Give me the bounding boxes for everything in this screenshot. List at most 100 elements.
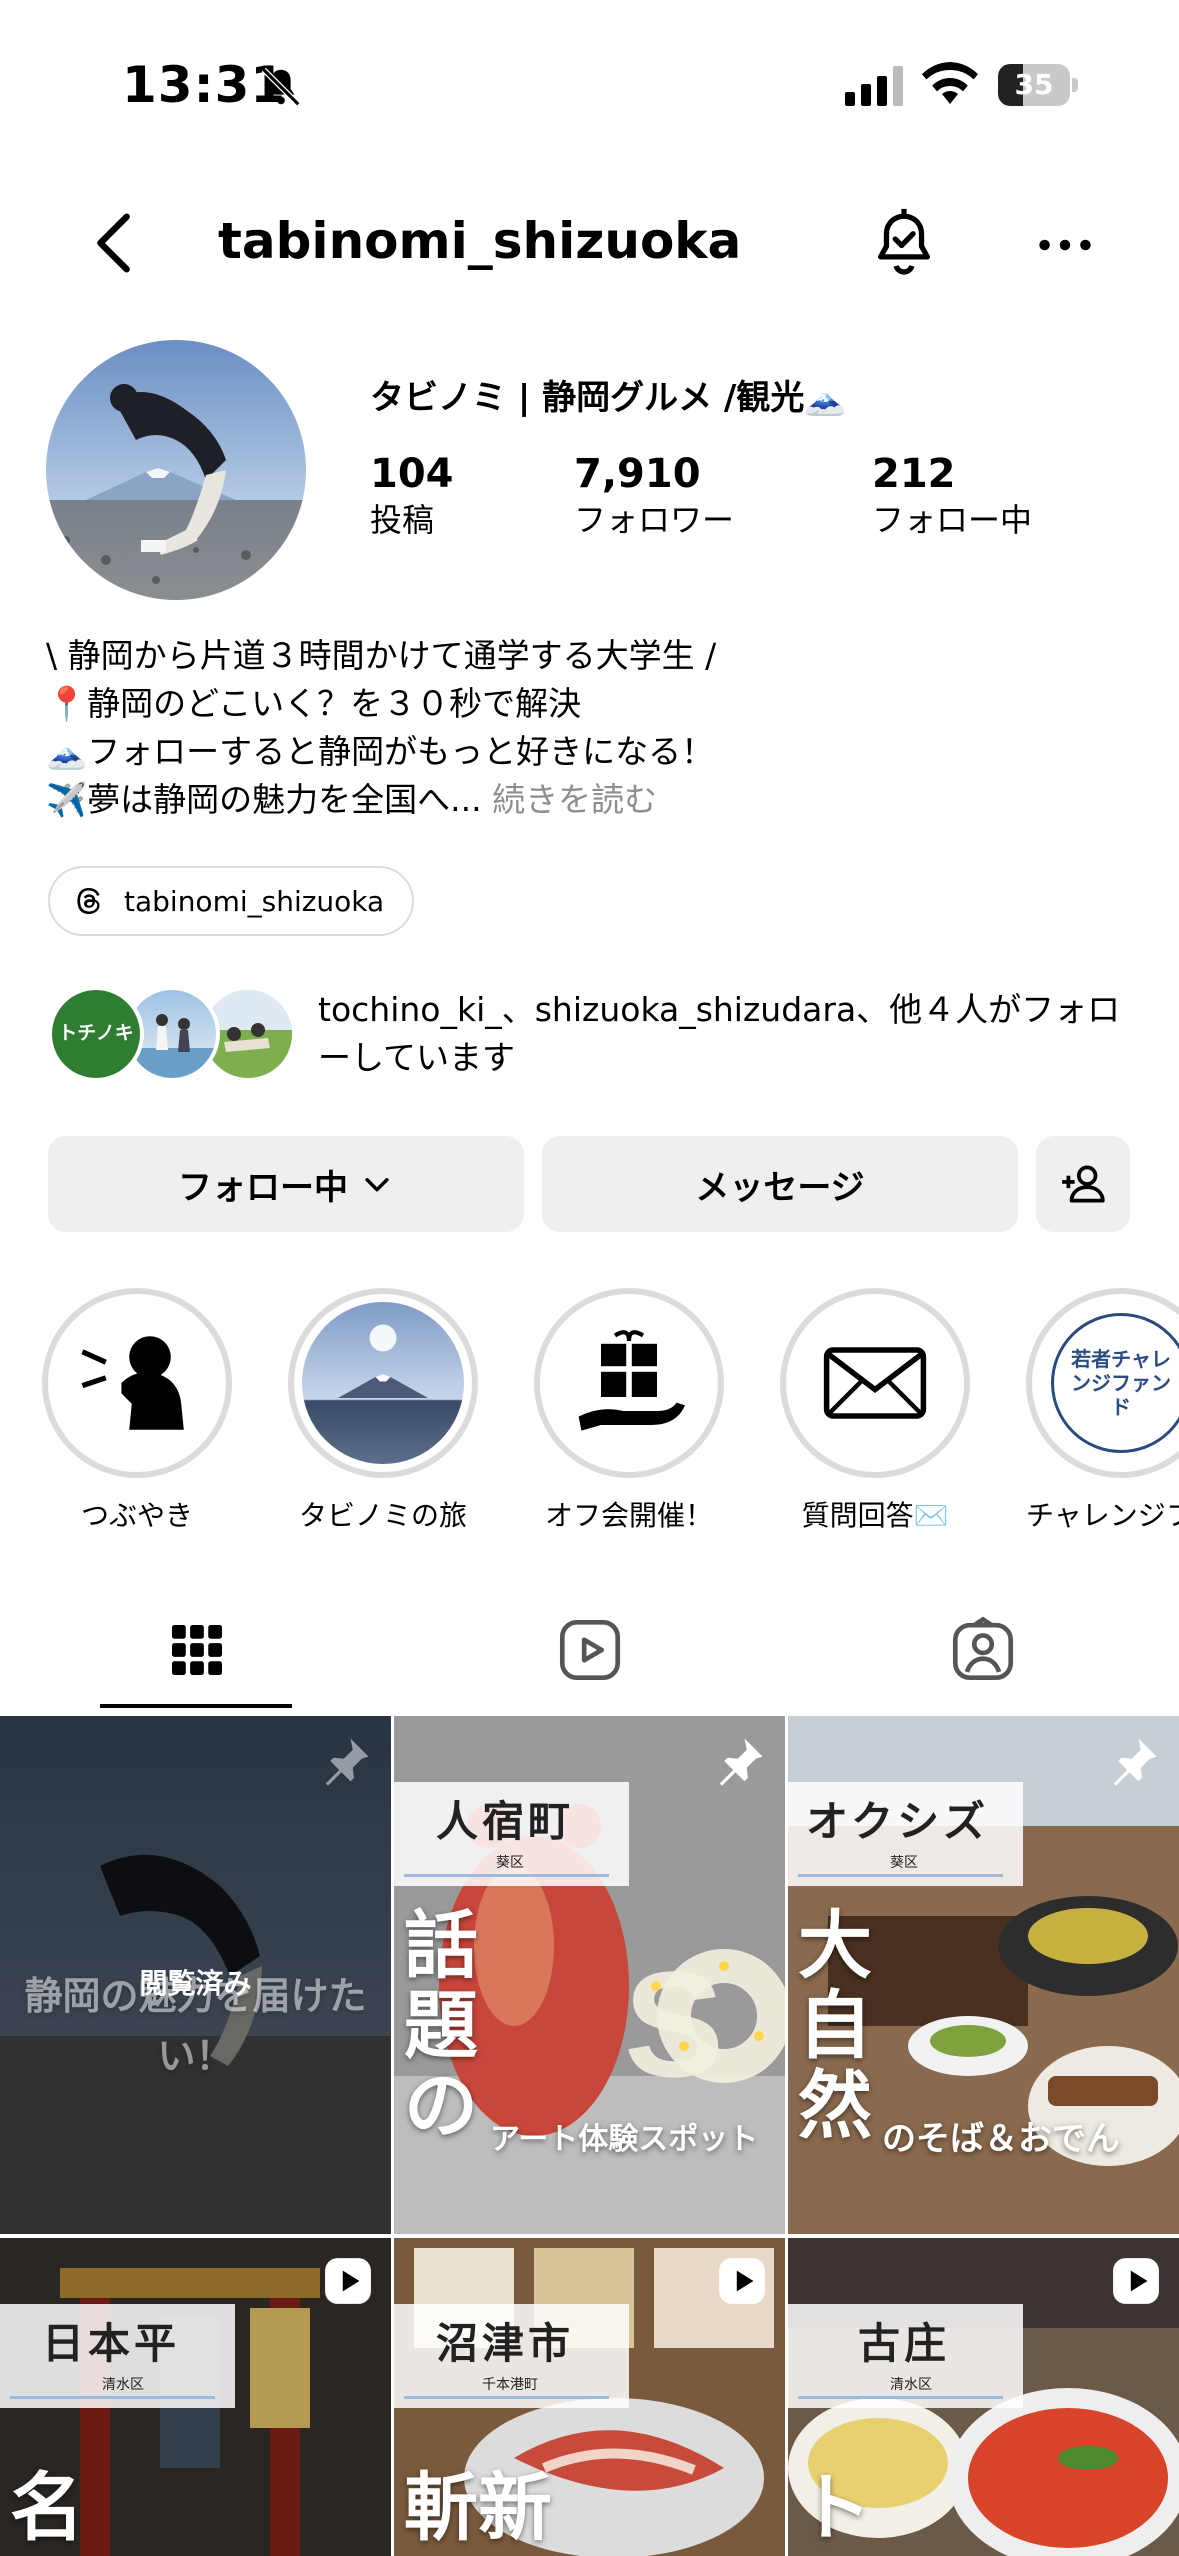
- place-district: 清水区: [890, 2377, 932, 2393]
- highlight-label: オフ会開催！: [544, 1499, 713, 1532]
- post-tile[interactable]: オクシズ 葵区 大自然 のそば＆おでん: [788, 1716, 1179, 2234]
- posts-stat[interactable]: 104 投稿: [370, 450, 454, 542]
- avatar: トチノキ: [48, 986, 144, 1082]
- bio-line: 📍静岡のどこいく？を３０秒で解決: [46, 684, 582, 723]
- highlight-label: タビノミの旅: [298, 1499, 467, 1532]
- add-user-icon: [1062, 1165, 1105, 1203]
- battery-level: 35: [1014, 68, 1054, 101]
- pin-icon: [325, 1738, 369, 1786]
- place-label-box: 沼津市 千本港町: [394, 2304, 629, 2408]
- post-subheadline: のそば＆おでん: [882, 2119, 1120, 2159]
- highlight-offkai[interactable]: オフ会開催！: [534, 1288, 724, 1534]
- profile-header: tabinomi_shizuoka: [0, 190, 1179, 300]
- tab-reels[interactable]: [393, 1590, 786, 1710]
- followers-stat[interactable]: 7,910 フォロワー: [574, 450, 734, 542]
- post-tile[interactable]: 沼津市 千本港町 斬新: [394, 2238, 785, 2556]
- read-more-link[interactable]: 続きを読む: [492, 780, 657, 819]
- following-button-label: フォロー中: [178, 1167, 348, 1208]
- post-headline: 大自然: [798, 1903, 872, 2149]
- battery-indicator: 35: [998, 64, 1078, 106]
- display-name: タビノミ | 静岡グルメ /観光🗻: [370, 378, 847, 418]
- post-subheadline: アート体験スポット: [490, 2122, 759, 2157]
- gift-hand-icon: [578, 1330, 685, 1431]
- chevron-down-icon: [365, 1178, 389, 1192]
- profile-bio: \ 静岡から片道３時間かけて通学する大学生 / 📍静岡のどこいく？を３０秒で解決…: [46, 632, 1146, 824]
- highlight-label: 質問回答✉️: [801, 1499, 949, 1532]
- reel-icon: [325, 2258, 371, 2304]
- highlight-qa[interactable]: 質問回答✉️: [780, 1288, 970, 1534]
- pin-icon: [1113, 1738, 1157, 1786]
- profile-avatar[interactable]: [46, 340, 306, 600]
- place-district: 清水区: [102, 2377, 144, 2393]
- place-district: 葵区: [496, 1855, 524, 1871]
- post-tile[interactable]: 静岡の魅力を届けたい！ 閲覧済み: [0, 1716, 391, 2234]
- place-name: 沼津市: [436, 2319, 575, 2368]
- status-bar: 13:31 35: [0, 0, 1179, 170]
- following-button[interactable]: フォロー中: [48, 1136, 524, 1232]
- post-headline: 名: [10, 2465, 84, 2551]
- bio-line-text: ✈️夢は静岡の魅力を全国へ...: [46, 780, 482, 819]
- place-label-box: 人宿町 葵区: [394, 1782, 629, 1886]
- seen-label: 閲覧済み: [139, 1967, 252, 2000]
- posts-label: 投稿: [370, 501, 435, 539]
- mutual-followers-avatars[interactable]: トチノキ: [48, 986, 298, 1086]
- highlight-tsubuyaki[interactable]: つぶやき: [42, 1288, 232, 1534]
- highlight-challenge-fund[interactable]: 若者チャレンジファンド チャレンジフ: [1026, 1288, 1179, 1534]
- threads-link[interactable]: tabinomi_shizuoka: [48, 866, 415, 936]
- message-button[interactable]: メッセージ: [542, 1136, 1018, 1232]
- place-label-box: 日本平 清水区: [0, 2304, 235, 2408]
- place-district: 千本港町: [482, 2377, 538, 2393]
- bio-line: 🗻フォローすると静岡がもっと好きになる！: [46, 732, 715, 771]
- page-title: tabinomi_shizuoka: [218, 212, 742, 270]
- place-name: 日本平: [42, 2319, 181, 2368]
- challenge-fund-badge: 若者チャレンジファンド: [1051, 1313, 1179, 1453]
- place-label-box: オクシズ 葵区: [788, 1782, 1023, 1886]
- place-name: 古庄: [858, 2319, 951, 2368]
- post-tile[interactable]: S 人宿町 葵区 話題の アート体験スポット: [394, 1716, 785, 2234]
- post-headline: ト: [798, 2465, 872, 2551]
- back-arrow-icon[interactable]: [80, 208, 150, 278]
- following-label: フォロー中: [872, 501, 1033, 539]
- mutual-followers-text[interactable]: tochino_ki_、shizuoka_shizudara、他４人がフォローし…: [318, 986, 1148, 1082]
- mount-fuji-image: [338, 1324, 428, 1398]
- posts-count: 104: [370, 451, 454, 497]
- tab-posts-grid[interactable]: [0, 1590, 393, 1710]
- highlight-label: チャレンジフ: [1026, 1499, 1179, 1532]
- pin-icon: [719, 1738, 763, 1786]
- mutual-avatar-badge: トチノキ: [58, 1022, 134, 1044]
- more-options-icon[interactable]: [1030, 210, 1100, 280]
- grid-icon: [171, 1625, 222, 1675]
- tab-tagged[interactable]: [786, 1590, 1179, 1710]
- suggested-users-button[interactable]: [1036, 1136, 1130, 1232]
- highlight-label: つぶやき: [80, 1499, 193, 1532]
- threads-handle: tabinomi_shizuoka: [124, 884, 385, 918]
- bell-off-icon: [261, 67, 301, 107]
- speaking-person-icon: [81, 1336, 184, 1430]
- envelope-icon: [823, 1347, 927, 1419]
- post-headline: 斬新: [404, 2465, 552, 2551]
- bio-line: \ 静岡から片道３時間かけて通学する大学生 /: [46, 636, 717, 675]
- followers-label: フォロワー: [574, 501, 735, 539]
- place-name: オクシズ: [806, 1797, 990, 1846]
- followers-count: 7,910: [574, 451, 701, 497]
- bio-line: ✈️夢は静岡の魅力を全国へ... 続きを読む: [46, 776, 1146, 824]
- post-tile[interactable]: 古庄 清水区 ト: [788, 2238, 1179, 2556]
- place-label-box: 古庄 清水区: [788, 2304, 1023, 2408]
- following-count: 212: [872, 451, 956, 497]
- active-tab-indicator: [100, 1704, 292, 1708]
- wifi-icon: [922, 62, 978, 104]
- reel-icon: [1113, 2258, 1159, 2304]
- place-name: 人宿町: [436, 1797, 575, 1846]
- message-button-label: メッセージ: [695, 1167, 865, 1208]
- threads-icon: [77, 887, 100, 915]
- reel-icon: [719, 2258, 765, 2304]
- post-tile[interactable]: 日本平 清水区 名: [0, 2238, 391, 2556]
- highlight-tabinomi-trip[interactable]: タビノミの旅: [288, 1288, 478, 1534]
- reels-icon: [559, 1619, 620, 1681]
- following-stat[interactable]: 212 フォロー中: [872, 450, 1032, 542]
- cellular-signal-icon: [845, 66, 903, 106]
- tagged-person-icon: [952, 1616, 1013, 1681]
- place-district: 葵区: [890, 1855, 918, 1871]
- post-headline: 話題の: [404, 1903, 478, 2149]
- notification-bell-icon[interactable]: [868, 206, 940, 282]
